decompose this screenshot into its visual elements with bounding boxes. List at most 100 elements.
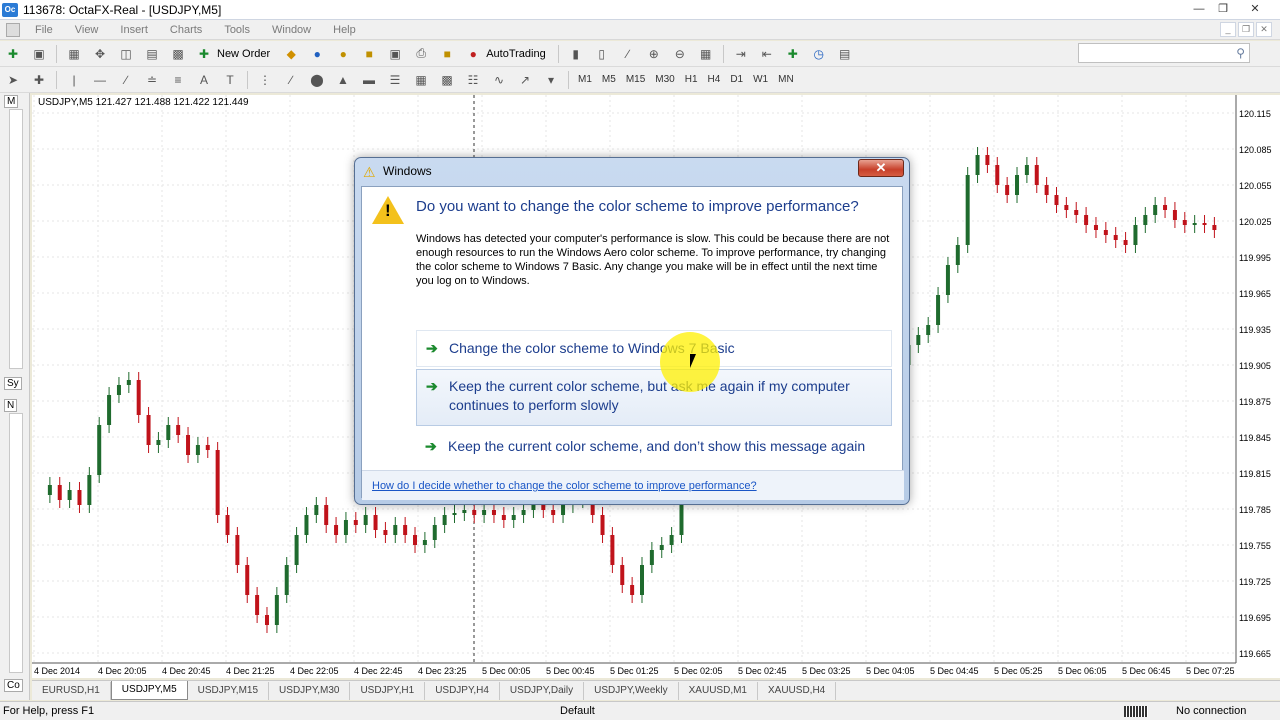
chart-tab[interactable]: USDJPY,H4 xyxy=(425,681,500,700)
profiles-icon[interactable]: ▣ xyxy=(28,43,50,65)
menu-window[interactable]: Window xyxy=(261,20,322,40)
tester-icon[interactable]: ▩ xyxy=(167,43,189,65)
zoom-out-icon[interactable]: ⊖ xyxy=(669,43,691,65)
gann-icon[interactable]: ▦ xyxy=(410,69,432,91)
mdi-restore-icon[interactable]: ❐ xyxy=(1238,22,1254,37)
help-icon[interactable]: ● xyxy=(306,43,328,65)
dialog-close-button[interactable]: ✕ xyxy=(858,159,904,177)
timeframe-w1[interactable]: W1 xyxy=(748,74,773,85)
candle-body xyxy=(600,515,605,535)
timeframe-m15[interactable]: M15 xyxy=(621,74,650,85)
new-order-button[interactable]: New Order xyxy=(217,48,270,60)
menu-file[interactable]: File xyxy=(24,20,64,40)
search-input[interactable]: ⚲ xyxy=(1078,43,1250,63)
fibo-channel-icon[interactable]: ☰ xyxy=(384,69,406,91)
trendline-icon[interactable]: ∕ xyxy=(115,69,137,91)
save-icon[interactable]: ■ xyxy=(436,43,458,65)
menu-charts[interactable]: Charts xyxy=(159,20,213,40)
candle-body xyxy=(294,535,299,565)
symbols-tab[interactable]: Sy xyxy=(4,377,22,390)
vertical-line-icon[interactable]: | xyxy=(63,69,85,91)
trendline-angle-icon[interactable]: ≐ xyxy=(141,69,163,91)
navigator-icon[interactable]: ◫ xyxy=(115,43,137,65)
help-link[interactable]: How do I decide whether to change the co… xyxy=(372,480,757,492)
navigator-scrollbar[interactable] xyxy=(9,413,23,673)
candle-body xyxy=(1093,225,1098,230)
templates-icon[interactable]: ▤ xyxy=(834,43,856,65)
auto-scroll-icon[interactable]: ⇥ xyxy=(730,43,752,65)
timeframe-d1[interactable]: D1 xyxy=(725,74,748,85)
indicators-icon[interactable]: ✚ xyxy=(782,43,804,65)
crosshair-icon[interactable]: ✚ xyxy=(28,69,50,91)
mdi-close-icon[interactable]: ✕ xyxy=(1256,22,1272,37)
mdi-minimize-icon[interactable]: _ xyxy=(1220,22,1236,37)
option-change-to-basic[interactable]: ➔ Change the color scheme to Windows 7 B… xyxy=(416,330,892,367)
autotrading-button[interactable]: AutoTrading xyxy=(486,48,546,60)
periods-icon[interactable]: ◷ xyxy=(808,43,830,65)
menu-tools[interactable]: Tools xyxy=(213,20,261,40)
tile-windows-icon[interactable]: ▦ xyxy=(695,43,717,65)
chart-tab[interactable]: XAUUSD,H4 xyxy=(758,681,837,700)
channel-icon[interactable]: ∕ xyxy=(280,69,302,91)
market-watch-icon[interactable]: ▦ xyxy=(63,43,85,65)
print-icon[interactable]: ⎙ xyxy=(410,43,432,65)
chart-tab[interactable]: USDJPY,M15 xyxy=(188,681,270,700)
ellipse-icon[interactable]: ⬤ xyxy=(306,69,328,91)
menu-view[interactable]: View xyxy=(64,20,110,40)
menu-help[interactable]: Help xyxy=(322,20,367,40)
candle-body xyxy=(511,515,516,520)
new-order-icon[interactable]: ✚ xyxy=(193,43,215,65)
market-icon[interactable]: ■ xyxy=(358,43,380,65)
common-tab[interactable]: Co xyxy=(4,679,23,692)
label-icon[interactable]: T xyxy=(219,69,241,91)
timeframe-h1[interactable]: H1 xyxy=(680,74,703,85)
objects-dropdown-icon[interactable]: ▾ xyxy=(540,69,562,91)
terminal-icon[interactable]: ▤ xyxy=(141,43,163,65)
chart-tab[interactable]: USDJPY,Daily xyxy=(500,681,585,700)
minimize-icon[interactable]: — xyxy=(1188,1,1210,18)
signals-icon[interactable]: ▣ xyxy=(384,43,406,65)
chart-shift-icon[interactable]: ⇤ xyxy=(756,43,778,65)
close-window-icon[interactable]: ✕ xyxy=(1236,1,1274,18)
dialog-message: Windows has detected your computer's per… xyxy=(416,233,890,287)
horizontal-line-icon[interactable]: — xyxy=(89,69,111,91)
timeframe-mn[interactable]: MN xyxy=(773,74,799,85)
timeframe-m5[interactable]: M5 xyxy=(597,74,621,85)
grid-icon[interactable]: ▩ xyxy=(436,69,458,91)
cycle-lines-icon[interactable]: ☷ xyxy=(462,69,484,91)
fibonacci-icon[interactable]: ≡ xyxy=(167,69,189,91)
timeframe-m30[interactable]: M30 xyxy=(650,74,679,85)
autotrading-icon[interactable]: ● xyxy=(462,43,484,65)
text-icon[interactable]: A xyxy=(193,69,215,91)
chart-tab[interactable]: USDJPY,M30 xyxy=(269,681,351,700)
line-chart-icon[interactable]: ∕ xyxy=(617,43,639,65)
arrows-icon[interactable]: ↗ xyxy=(514,69,536,91)
community-icon[interactable]: ● xyxy=(332,43,354,65)
zoom-in-icon[interactable]: ⊕ xyxy=(643,43,665,65)
navigator-tab[interactable]: N xyxy=(4,399,18,412)
new-chart-icon[interactable]: ✚ xyxy=(2,43,24,65)
elliott-wave-icon[interactable]: ∿ xyxy=(488,69,510,91)
metaeditor-icon[interactable]: ◆ xyxy=(280,43,302,65)
search-icon[interactable]: ⚲ xyxy=(1236,46,1245,60)
timeframe-m1[interactable]: M1 xyxy=(573,74,597,85)
chart-tab[interactable]: EURUSD,H1 xyxy=(32,681,111,700)
menu-insert[interactable]: Insert xyxy=(109,20,159,40)
candlestick-icon[interactable]: ▯ xyxy=(591,43,613,65)
chart-tab[interactable]: USDJPY,M5 xyxy=(110,681,188,700)
cursor-icon[interactable]: ➤ xyxy=(2,69,24,91)
chart-tab[interactable]: USDJPY,H1 xyxy=(350,681,426,700)
restore-icon[interactable]: ❐ xyxy=(1212,1,1234,18)
timeframe-h4[interactable]: H4 xyxy=(703,74,726,85)
option-keep-ask-again[interactable]: ➔ Keep the current color scheme, but ask… xyxy=(416,369,892,426)
market-watch-tab[interactable]: M xyxy=(4,95,19,108)
rectangle-icon[interactable]: ▬ xyxy=(358,69,380,91)
candle-body xyxy=(353,520,358,525)
bar-chart-icon[interactable]: ▮ xyxy=(565,43,587,65)
triangle-icon[interactable]: ▲ xyxy=(332,69,354,91)
andrews-pitchfork-icon[interactable]: ⋮ xyxy=(254,69,276,91)
chart-tab[interactable]: XAUUSD,M1 xyxy=(679,681,758,700)
data-window-icon[interactable]: ✥ xyxy=(89,43,111,65)
market-watch-scrollbar[interactable] xyxy=(9,109,23,369)
chart-tab[interactable]: USDJPY,Weekly xyxy=(584,681,679,700)
